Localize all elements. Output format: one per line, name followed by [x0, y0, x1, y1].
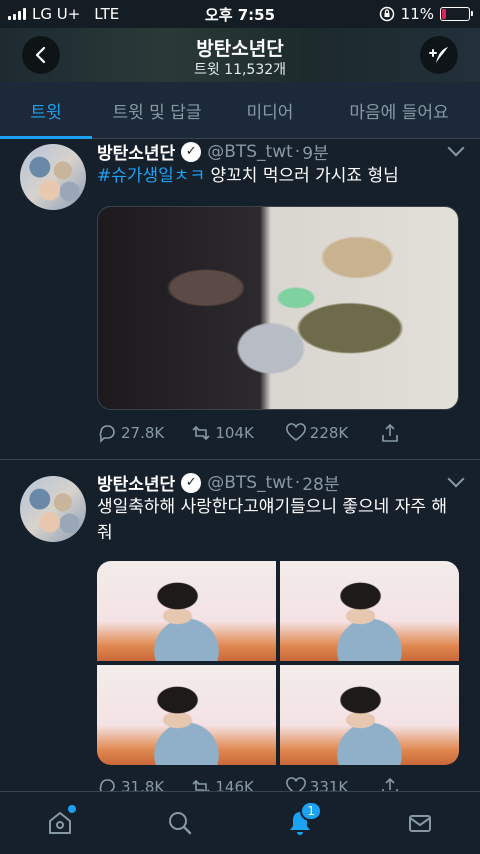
tweet-photo-grid: [97, 561, 459, 765]
bottom-nav: 1: [0, 791, 480, 854]
author-name[interactable]: 방탄소년단: [97, 470, 175, 495]
avatar[interactable]: [20, 144, 86, 210]
tab-likes[interactable]: 마음에 들어요: [318, 82, 480, 138]
share-icon: [382, 423, 398, 442]
tweet-header: 방탄소년단 ✓ @BTS_twt · 9분: [97, 139, 329, 164]
tab-tweets[interactable]: 트윗: [0, 82, 92, 139]
tweet-time: 9분: [302, 144, 329, 164]
orientation-lock-icon: [379, 6, 394, 22]
chevron-down-icon[interactable]: [447, 139, 465, 157]
tweet-text: #슈가생일ㅊㅋ 양꼬치 먹으러 가시죠 형님: [97, 163, 458, 189]
nav-search[interactable]: [158, 801, 202, 845]
author-name[interactable]: 방탄소년단: [97, 139, 175, 164]
tweet-actions: 27.8K 104K 228K: [97, 423, 410, 443]
tweet-photo[interactable]: [97, 561, 276, 661]
nav-messages[interactable]: [398, 801, 442, 845]
tab-media[interactable]: 미디어: [222, 82, 318, 138]
like-count: 228K: [309, 424, 349, 442]
reply-button[interactable]: 27.8K: [97, 423, 191, 443]
tweet-time: 28분: [302, 475, 340, 495]
compose-icon: [429, 47, 448, 63]
like-button[interactable]: 228K: [285, 423, 380, 443]
battery-percent: 11%: [400, 5, 434, 23]
home-icon: [49, 812, 71, 834]
messages-icon: [409, 815, 431, 832]
status-bar: LG U+ LTE 오후 7:55 11%: [0, 0, 480, 28]
reply-count: 27.8K: [121, 424, 165, 442]
verified-icon: ✓: [181, 141, 202, 162]
tweet-photo[interactable]: [97, 206, 459, 410]
profile-tabs: 트윗 트윗 및 답글 미디어 마음에 들어요: [0, 82, 480, 139]
separator: ·: [294, 141, 301, 162]
tweet-header: 방탄소년단 ✓ @BTS_twt · 28분: [97, 470, 339, 495]
notification-badge: 1: [300, 801, 322, 821]
tab-tweets-and-replies[interactable]: 트윗 및 답글: [92, 82, 222, 138]
retweet-icon: [192, 425, 210, 441]
heart-icon: [285, 423, 306, 441]
verified-icon: ✓: [181, 472, 202, 493]
tweet-body: 생일축하해 사랑한다고얘기들으니 좋으네 자주 해줘: [97, 497, 448, 543]
tweet[interactable]: 방탄소년단 ✓ @BTS_twt · 9분 #슈가생일ㅊㅋ 양꼬치 먹으러 가시…: [0, 139, 480, 460]
nav-notifications[interactable]: 1: [278, 801, 322, 845]
hashtag-link[interactable]: #슈가생일ㅊㅋ: [97, 166, 205, 186]
compose-tweet-button[interactable]: [420, 36, 458, 74]
reply-icon: [99, 425, 115, 443]
avatar[interactable]: [20, 476, 86, 542]
nav-home[interactable]: [38, 801, 82, 845]
chevron-down-icon[interactable]: [447, 470, 465, 488]
tweet-photo[interactable]: [280, 665, 459, 765]
author-handle: @BTS_twt: [207, 141, 293, 162]
profile-header: 방탄소년단 트윗 11,532개: [0, 28, 480, 82]
tweet-count: 트윗 11,532개: [193, 62, 287, 78]
retweet-count: 104K: [215, 424, 254, 442]
tweet-photo[interactable]: [97, 665, 276, 765]
tweet-photo[interactable]: [280, 561, 459, 661]
author-handle: @BTS_twt: [207, 472, 293, 493]
tweet[interactable]: 방탄소년단 ✓ @BTS_twt · 28분 생일축하해 사랑한다고얘기들으니 …: [0, 461, 480, 797]
retweet-button[interactable]: 104K: [191, 423, 285, 443]
battery-icon: [440, 7, 473, 21]
share-button[interactable]: [380, 423, 410, 443]
separator: ·: [294, 472, 301, 493]
page-title: 방탄소년단: [196, 38, 284, 60]
search-icon: [169, 812, 192, 835]
tweet-body: 양꼬치 먹으러 가시죠 형님: [210, 166, 399, 186]
new-content-dot: [68, 805, 76, 813]
